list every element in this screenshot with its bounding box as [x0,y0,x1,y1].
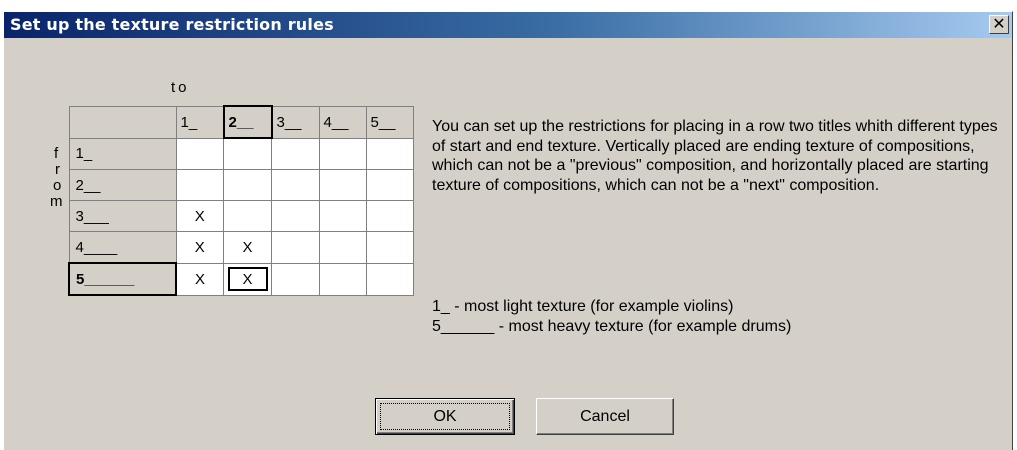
legend-heavy: 5______ - most heavy texture (for exampl… [432,318,792,335]
grid-cell-3-1[interactable]: X [175,200,224,232]
grid-row: 5______ X X [68,262,414,296]
grid-cell-1-2[interactable] [223,137,272,170]
row-header-4[interactable]: 4____ [68,231,177,264]
row-header-5[interactable]: 5______ [68,262,177,296]
from-label-o: o [53,177,62,194]
close-button[interactable]: ✕ [989,15,1009,34]
grid-cell-2-2[interactable] [223,169,272,201]
grid-cell-1-3[interactable] [271,137,320,170]
grid-cell-2-1[interactable] [175,169,224,201]
grid-cell-3-3[interactable] [271,200,320,232]
grid-cell-3-5[interactable] [365,200,414,232]
row-header-2[interactable]: 2__ [68,169,177,201]
ok-button[interactable]: OK [375,398,515,435]
grid-cell-1-4[interactable] [318,137,367,170]
from-label-r: r [55,161,60,178]
description-text: You can set up the restrictions for plac… [432,118,998,194]
to-label: to [171,79,190,96]
grid-row: 3___ X [68,200,414,232]
column-header-2[interactable]: 2__ [222,105,273,139]
texture-restriction-grid: 1_ 2__ 3__ 4__ 5__ 1_ 2__ 3___ X 4____ X X 5______ X X [68,105,414,296]
grid-corner [68,105,177,139]
ok-button-label: OK [433,408,457,425]
cancel-button-label: Cancel [580,408,630,425]
grid-row: 2__ [68,169,414,201]
grid-cell-4-3[interactable] [271,231,320,264]
column-header-1[interactable]: 1_ [175,105,224,139]
grid-cell-2-4[interactable] [318,169,367,201]
grid-cell-5-2[interactable]: X [223,262,272,296]
grid-cell-3-2[interactable] [223,200,272,232]
cancel-button[interactable]: Cancel [536,398,674,435]
grid-cell-2-3[interactable] [271,169,320,201]
grid-cell-1-1[interactable] [175,137,224,170]
grid-row: 1_ [68,137,414,170]
grid-cell-3-4[interactable] [318,200,367,232]
from-label-m: m [50,193,63,210]
dialog-title: Set up the texture restriction rules [10,15,334,34]
grid-cell-4-1[interactable]: X [175,231,224,264]
grid-cell-2-5[interactable] [365,169,414,201]
grid-header-row: 1_ 2__ 3__ 4__ 5__ [68,105,414,139]
column-header-4[interactable]: 4__ [318,105,367,139]
close-icon: ✕ [992,14,1006,33]
grid-cell-1-5[interactable] [365,137,414,170]
grid-cell-5-5[interactable] [365,262,414,296]
row-header-3[interactable]: 3___ [68,200,177,232]
legend-light: 1_ - most light texture (for example vio… [432,298,734,315]
row-header-1[interactable]: 1_ [68,137,177,170]
column-header-5[interactable]: 5__ [365,105,414,139]
grid-cell-5-3[interactable] [271,262,320,296]
grid-row: 4____ X X [68,231,414,264]
grid-cell-5-4[interactable] [318,262,367,296]
grid-cell-4-2[interactable]: X [223,231,272,264]
from-label-f: f [54,145,59,162]
grid-cell-5-1[interactable]: X [175,262,224,296]
grid-cell-4-5[interactable] [365,231,414,264]
column-header-3[interactable]: 3__ [271,105,320,139]
title-bar[interactable]: Set up the texture restriction rules ✕ [4,12,1012,38]
texture-restriction-dialog: Set up the texture restriction rules ✕ t… [3,11,1013,450]
grid-cell-4-4[interactable] [318,231,367,264]
